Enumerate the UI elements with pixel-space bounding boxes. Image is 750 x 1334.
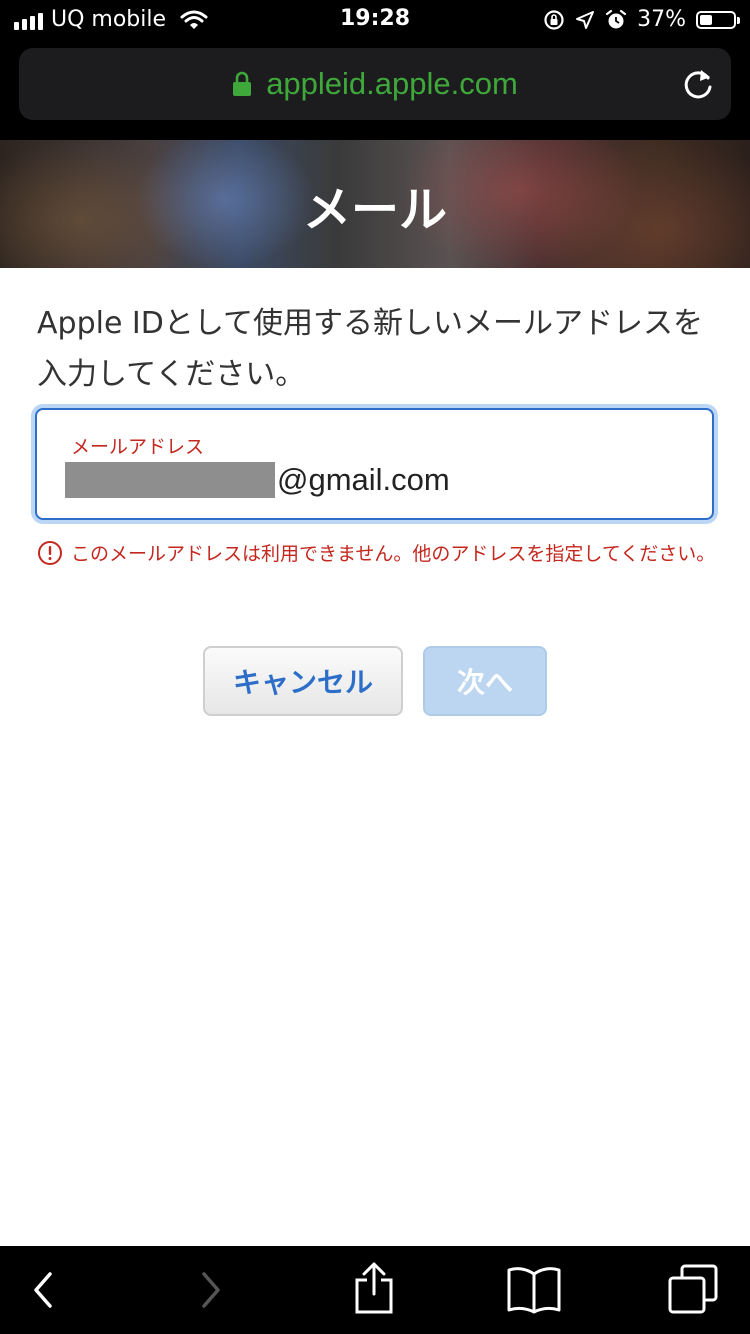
location-arrow-icon xyxy=(576,10,595,29)
redacted-username xyxy=(65,462,275,498)
address-content: appleid.apple.com xyxy=(19,66,731,102)
page-title: メール xyxy=(302,182,447,238)
battery-percent: 37% xyxy=(637,7,686,32)
error-text: このメールアドレスは利用できません。他のアドレスを指定してください。 xyxy=(71,543,716,565)
battery-icon xyxy=(696,10,740,29)
tabs-icon[interactable] xyxy=(666,1262,720,1316)
browser-chrome: UQ mobile 19:28 37% appleid.apple.com xyxy=(0,0,750,140)
email-field-value[interactable]: @gmail.com xyxy=(65,462,450,498)
lock-icon xyxy=(233,71,252,96)
reload-icon[interactable] xyxy=(681,66,715,102)
address-bar[interactable]: appleid.apple.com xyxy=(19,48,731,120)
back-arrow-icon[interactable] xyxy=(28,1266,58,1314)
status-bar: UQ mobile 19:28 37% xyxy=(0,0,750,40)
email-field[interactable]: メールアドレス @gmail.com xyxy=(35,408,714,520)
cancel-button[interactable]: キャンセル xyxy=(203,646,403,716)
status-right: 37% xyxy=(543,7,740,32)
error-icon xyxy=(38,540,62,565)
browser-toolbar xyxy=(0,1246,750,1334)
bookmarks-icon[interactable] xyxy=(506,1264,562,1314)
share-icon[interactable] xyxy=(352,1260,396,1316)
next-button[interactable]: 次へ xyxy=(423,646,547,716)
battery-nub xyxy=(737,16,740,24)
forward-arrow-icon[interactable] xyxy=(196,1266,226,1314)
email-domain: @gmail.com xyxy=(277,462,450,497)
hero-banner: メール xyxy=(0,140,750,268)
battery-fill xyxy=(700,14,712,25)
alarm-icon xyxy=(605,9,627,28)
rotation-lock-icon xyxy=(544,9,564,30)
error-message: このメールアドレスは利用できません。他のアドレスを指定してください。 xyxy=(37,539,715,566)
instruction-text: Apple IDとして使用する新しいメールアドレスを入力してください。 xyxy=(37,306,703,392)
url-text: appleid.apple.com xyxy=(266,66,518,101)
email-field-label: メールアドレス xyxy=(71,436,205,458)
